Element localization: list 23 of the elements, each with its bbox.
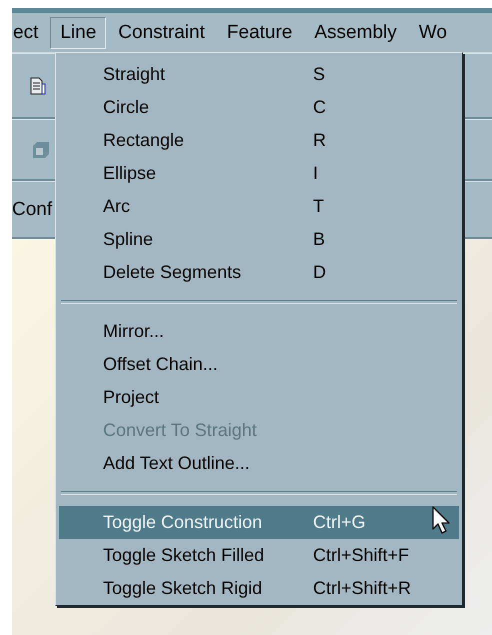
menu-bar-item[interactable]: Feature bbox=[216, 16, 302, 48]
menu-item[interactable]: Project bbox=[59, 381, 459, 414]
menu-item[interactable]: Mirror... bbox=[59, 315, 459, 348]
menu-item[interactable]: Delete Segments D bbox=[59, 256, 459, 289]
cursor-icon bbox=[432, 506, 452, 536]
menu-item[interactable]: Circle C bbox=[59, 91, 459, 124]
menu-bar-item[interactable]: Assembly bbox=[304, 16, 407, 48]
menu-bar-item[interactable]: Constraint bbox=[108, 16, 215, 48]
document-icon[interactable] bbox=[30, 76, 46, 94]
menu-item[interactable]: Toggle Construction Ctrl+G bbox=[59, 506, 459, 539]
toolbar-label: Conf bbox=[12, 198, 52, 220]
menu-bar-item[interactable]: Wo bbox=[408, 16, 457, 48]
menu-bar-item[interactable]: Line bbox=[50, 16, 106, 48]
menu-item[interactable]: Add Text Outline... bbox=[59, 447, 459, 480]
menu-item[interactable]: Toggle Sketch Filled Ctrl+Shift+F bbox=[59, 539, 459, 572]
menu-item[interactable]: Straight S bbox=[59, 58, 459, 91]
menu-item[interactable]: Offset Chain... bbox=[59, 348, 459, 381]
menu-item[interactable]: Rectangle R bbox=[59, 124, 459, 157]
menu-item[interactable]: Arc T bbox=[59, 190, 459, 223]
menu-item[interactable]: Spline B bbox=[59, 223, 459, 256]
menu-item[interactable]: Ellipse I bbox=[59, 157, 459, 190]
menu-bar-item[interactable]: ect bbox=[12, 16, 48, 48]
menu-item[interactable]: Toggle Sketch Rigid Ctrl+Shift+R bbox=[59, 572, 459, 605]
